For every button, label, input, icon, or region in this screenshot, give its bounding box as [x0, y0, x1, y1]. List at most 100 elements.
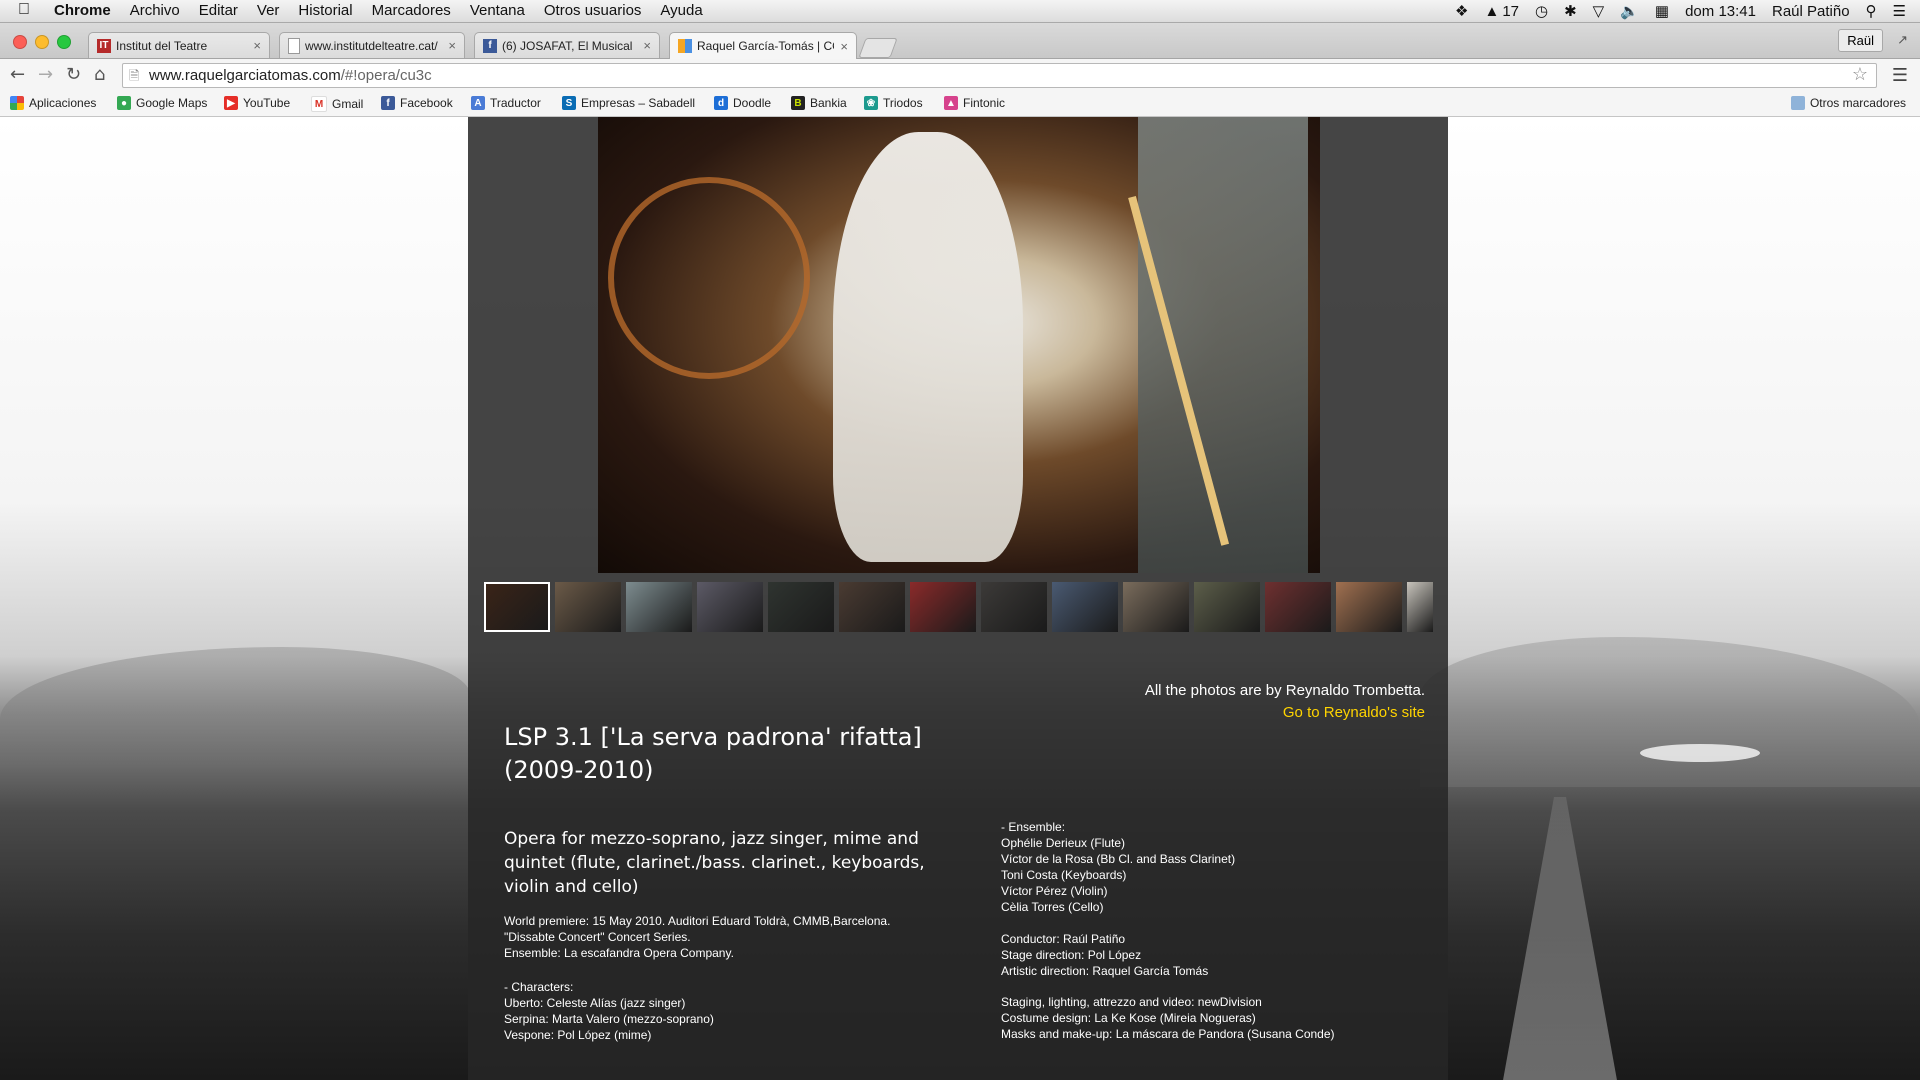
menu-historial[interactable]: Historial [298, 2, 352, 19]
gallery-thumbnail[interactable] [1052, 582, 1118, 632]
bookmark-fintonic[interactable]: ▲ Fintonic [944, 96, 1005, 110]
info-line: Uberto: Celeste Alías (jazz singer) [504, 996, 686, 1010]
premiere-info: World premiere: 15 May 2010. Auditori Ed… [504, 913, 890, 961]
photographer-site-link[interactable]: Go to Reynaldo's site [1283, 704, 1425, 721]
menubar-clock[interactable]: dom 13:41 [1685, 3, 1756, 20]
bookmark-sabadell[interactable]: S Empresas – Sabadell [562, 96, 695, 110]
window-controls [13, 35, 79, 49]
bookmark-label: Google Maps [136, 96, 208, 110]
bookmark-label: YouTube [243, 96, 291, 110]
bookmark-facebook[interactable]: f Facebook [381, 96, 453, 110]
address-url[interactable]: www.raquelgarciatomas.com/#!opera/cu3c [149, 67, 432, 84]
photo-bicycle-wheel [608, 177, 810, 379]
folder-icon [1790, 96, 1805, 110]
menu-marcadores[interactable]: Marcadores [372, 2, 451, 19]
info-line: World premiere: 15 May 2010. Auditori Ed… [504, 914, 891, 928]
bookmark-youtube[interactable]: ▶ YouTube [224, 96, 290, 110]
info-line: - Ensemble: [1001, 820, 1066, 834]
input-source-icon[interactable]: ▦ [1655, 2, 1669, 20]
gallery-thumbnail[interactable] [626, 582, 692, 632]
bookmark-bankia[interactable]: B Bankia [791, 96, 847, 110]
bookmark-aplicaciones[interactable]: Aplicaciones [10, 96, 96, 110]
macos-menu-bar:  Chrome Archivo Editar Ver Historial Ma… [0, 0, 1920, 23]
bookmarks-bar: Aplicaciones ● Google Maps ▶ YouTube M G… [0, 92, 1920, 117]
bookmark-traductor[interactable]: A Traductor [471, 96, 541, 110]
tab-raquel-garcia-tomas[interactable]: Raquel García-Tomás | CO × [669, 32, 857, 59]
back-arrow-icon[interactable]: ← [10, 64, 25, 85]
menu-ver[interactable]: Ver [257, 2, 280, 19]
tab-title: Raquel García-Tomás | CO [697, 39, 835, 53]
tab-institut-url[interactable]: www.institutdelteatre.cat/ × [279, 32, 465, 58]
info-line: Stage direction: Pol López [1001, 948, 1142, 962]
maps-pin-icon: ● [117, 96, 131, 110]
gallery-main-photo[interactable] [598, 117, 1320, 573]
gallery-thumbnail[interactable] [1407, 582, 1433, 632]
spotlight-icon[interactable]: ⚲ [1866, 2, 1877, 20]
url-path: /#!opera/cu3c [340, 67, 432, 84]
notification-center-icon[interactable]: ☰ [1893, 2, 1906, 20]
gallery-thumbnail[interactable] [1265, 582, 1331, 632]
home-icon[interactable]: ⌂ [94, 64, 105, 85]
close-tab-icon[interactable]: × [448, 38, 456, 53]
minimize-window-button[interactable] [35, 35, 49, 49]
gallery-thumbnail[interactable] [981, 582, 1047, 632]
gallery-thumbnail[interactable] [697, 582, 763, 632]
menu-app-name[interactable]: Chrome [54, 2, 111, 19]
info-line: Artistic direction: Raquel García Tomás [1001, 964, 1209, 978]
url-host: www.raquelgarciatomas.com [149, 67, 341, 84]
gmail-icon: M [311, 96, 327, 112]
menu-ayuda[interactable]: Ayuda [660, 2, 702, 19]
bookmark-triodos[interactable]: ❀ Triodos [864, 96, 923, 110]
tab-josafat[interactable]: f (6) JOSAFAT, El Musical × [474, 32, 660, 58]
close-tab-icon[interactable]: × [253, 38, 261, 53]
bookmark-doodle[interactable]: d Doodle [714, 96, 771, 110]
bookmark-gmail[interactable]: M Gmail [311, 96, 363, 112]
dropbox-icon[interactable]: ❖ [1455, 2, 1468, 20]
adobe-icon[interactable]: ▲ 17 [1484, 3, 1519, 20]
apple-icon[interactable]:  [18, 1, 30, 19]
gallery-thumbnail[interactable] [768, 582, 834, 632]
info-line: Conductor: Raúl Patiño [1001, 932, 1126, 946]
tab-title: (6) JOSAFAT, El Musical [502, 38, 633, 53]
profile-button[interactable]: Raül [1838, 29, 1883, 52]
zoom-window-button[interactable] [57, 35, 71, 49]
menu-otros-usuarios[interactable]: Otros usuarios [544, 2, 642, 19]
translate-icon: A [471, 96, 485, 110]
close-tab-icon[interactable]: × [643, 38, 651, 53]
time-machine-icon[interactable]: ◷ [1535, 2, 1548, 20]
app-menu-list: Chrome Archivo Editar Ver Historial Marc… [54, 2, 722, 19]
menu-editar[interactable]: Editar [199, 2, 238, 19]
menu-ventana[interactable]: Ventana [470, 2, 525, 19]
apps-grid-icon [10, 96, 24, 110]
gallery-thumbnail[interactable] [839, 582, 905, 632]
close-window-button[interactable] [13, 35, 27, 49]
fullscreen-icon[interactable]: ↗ [1897, 32, 1908, 48]
gallery-thumbnail[interactable] [555, 582, 621, 632]
reload-icon[interactable]: ↻ [66, 64, 81, 85]
volume-icon[interactable]: 🔈 [1620, 2, 1639, 20]
work-title-line: LSP 3.1 ['La serva padrona' rifatta] [504, 723, 922, 751]
tab-institut-del-teatre[interactable]: IT Institut del Teatre × [88, 32, 270, 58]
chrome-menu-icon[interactable]: ☰ [1892, 65, 1908, 86]
address-bar[interactable]: 🗎 www.raquelgarciatomas.com/#!opera/cu3c… [122, 63, 1877, 88]
bluetooth-icon[interactable]: ✱ [1564, 2, 1577, 20]
gallery-thumbnail[interactable] [910, 582, 976, 632]
info-line: Víctor de la Rosa (Bb Cl. and Bass Clari… [1001, 852, 1236, 866]
bookmark-otros-marcadores[interactable]: Otros marcadores [1790, 96, 1906, 110]
bookmark-google-maps[interactable]: ● Google Maps [117, 96, 207, 110]
menubar-user[interactable]: Raúl Patiño [1772, 3, 1850, 20]
gallery-thumbnail[interactable] [1123, 582, 1189, 632]
menu-archivo[interactable]: Archivo [130, 2, 180, 19]
wifi-icon[interactable]: ▽ [1593, 2, 1605, 20]
bookmark-star-icon[interactable]: ☆ [1852, 64, 1868, 85]
gallery-thumbnail[interactable] [1194, 582, 1260, 632]
info-line: "Dissabte Concert" Concert Series. [504, 930, 691, 944]
gallery-thumbnail[interactable] [1336, 582, 1402, 632]
close-tab-icon[interactable]: × [840, 39, 848, 54]
new-tab-button[interactable] [858, 38, 898, 58]
gallery-thumbnail[interactable] [484, 582, 550, 632]
bookmark-label: Bankia [810, 96, 847, 110]
info-line: Ophélie Derieux (Flute) [1001, 836, 1126, 850]
bookmark-label: Fintonic [963, 96, 1006, 110]
forward-arrow-icon[interactable]: → [38, 64, 53, 85]
